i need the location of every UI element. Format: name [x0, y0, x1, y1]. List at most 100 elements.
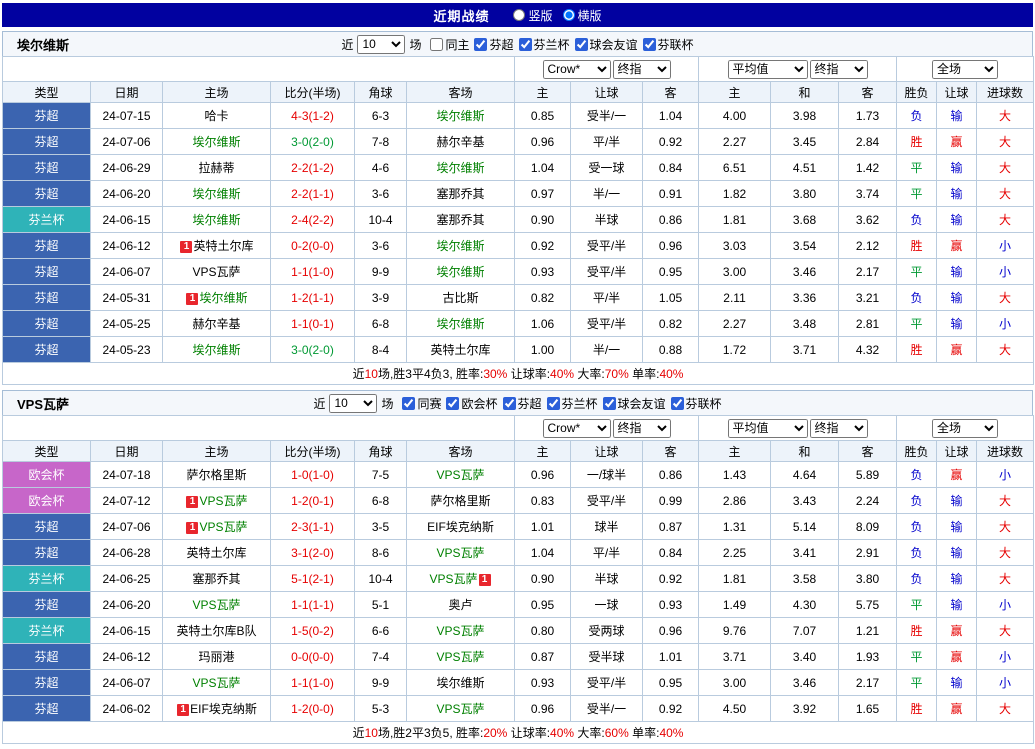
avg-away-odds-cell: 2.17: [839, 670, 897, 696]
red-card-badge: 1: [177, 704, 189, 716]
team-name: 埃尔维斯: [436, 239, 484, 253]
home-team-cell: 1VPS瓦萨: [163, 514, 271, 540]
goals-result-cell: 大: [977, 207, 1034, 233]
corners-cell: 8-4: [355, 337, 407, 363]
average-odds-header: 平均值 终指: [699, 57, 897, 82]
score-cell: 1-1(0-1): [271, 311, 355, 337]
matches-unit-label: 场: [409, 36, 421, 53]
summary-row: 近10场,胜2平3负5, 胜率:20% 让球率:40% 大率:60% 单率:40…: [3, 722, 1034, 744]
match-count-select[interactable]: 10: [357, 35, 405, 54]
home-team-cell: 英特土尔库B队: [163, 618, 271, 644]
book-home-odds-cell: 0.95: [515, 592, 571, 618]
match-row: 芬超24-06-12玛丽港0-0(0-0)7-4VPS瓦萨0.87受半球1.01…: [3, 644, 1034, 670]
handicap-result-cell: 赢: [937, 233, 977, 259]
filter-checkbox[interactable]: [519, 38, 532, 51]
filter-option[interactable]: 芬兰杯: [547, 395, 598, 412]
filter-option[interactable]: 同赛: [402, 395, 441, 412]
header-spacer: [3, 416, 515, 441]
filter-checkbox[interactable]: [474, 38, 487, 51]
vertical-layout-label: 竖版: [528, 7, 552, 24]
score-cell: 1-2(0-1): [271, 488, 355, 514]
corners-cell: 3-6: [355, 233, 407, 259]
league-cell: 芬超: [3, 670, 91, 696]
filter-option-label: 同赛: [417, 395, 441, 412]
book-away-odds-cell: 0.86: [643, 462, 699, 488]
column-header: 进球数: [977, 82, 1034, 103]
filter-option[interactable]: 芬联杯: [643, 36, 694, 53]
outcome-result-cell: 平: [897, 181, 937, 207]
home-team-cell: 拉赫蒂: [163, 155, 271, 181]
bookmaker-select[interactable]: Crow*: [543, 60, 611, 79]
filter-option[interactable]: 欧会杯: [446, 395, 497, 412]
scope-select[interactable]: 全场: [932, 60, 998, 79]
average-stage-select[interactable]: 终指: [810, 60, 868, 79]
filter-checkbox[interactable]: [446, 397, 459, 410]
avg-home-odds-cell: 6.51: [699, 155, 771, 181]
score-cell: 0-0(0-0): [271, 644, 355, 670]
filter-option[interactable]: 芬联杯: [671, 395, 722, 412]
team-name: 埃尔维斯: [436, 109, 484, 123]
filter-option[interactable]: 球会友谊: [575, 36, 638, 53]
league-cell: 芬超: [3, 311, 91, 337]
away-team-cell: 赫尔辛基: [407, 129, 515, 155]
filter-checkbox[interactable]: [671, 397, 684, 410]
average-stage-select[interactable]: 终指: [810, 419, 868, 438]
book-away-odds-cell: 0.92: [643, 696, 699, 722]
avg-draw-odds-cell: 5.14: [771, 514, 839, 540]
avg-draw-odds-cell: 7.07: [771, 618, 839, 644]
avg-home-odds-cell: 9.76: [699, 618, 771, 644]
bookmaker-stage-select[interactable]: 终指: [613, 60, 671, 79]
corners-cell: 9-9: [355, 259, 407, 285]
bookmaker-stage-select[interactable]: 终指: [613, 419, 671, 438]
avg-draw-odds-cell: 3.71: [771, 337, 839, 363]
filter-option[interactable]: 同主: [430, 36, 469, 53]
book-home-odds-cell: 0.85: [515, 103, 571, 129]
average-select[interactable]: 平均值: [728, 60, 808, 79]
team-name: VPS瓦萨: [429, 572, 477, 586]
avg-draw-odds-cell: 3.92: [771, 696, 839, 722]
filter-checkbox[interactable]: [430, 38, 443, 51]
vertical-layout-radio[interactable]: [513, 9, 525, 21]
score-cell: 1-1(1-1): [271, 592, 355, 618]
scope-select[interactable]: 全场: [932, 419, 998, 438]
filter-option[interactable]: 芬超: [503, 395, 542, 412]
filter-checkbox[interactable]: [503, 397, 516, 410]
average-select[interactable]: 平均值: [728, 419, 808, 438]
filter-option[interactable]: 球会友谊: [603, 395, 666, 412]
filter-checkbox[interactable]: [643, 38, 656, 51]
filter-checkbox[interactable]: [603, 397, 616, 410]
filter-option[interactable]: 芬超: [474, 36, 513, 53]
goals-result-cell: 大: [977, 618, 1034, 644]
column-header: 让球: [571, 441, 643, 462]
column-header: 和: [771, 82, 839, 103]
outcome-result-cell: 负: [897, 540, 937, 566]
horizontal-layout-option[interactable]: 横版: [563, 7, 602, 24]
bookmaker-select[interactable]: Crow*: [543, 419, 611, 438]
handicap-result-cell: 输: [937, 181, 977, 207]
handicap-result-cell: 输: [937, 670, 977, 696]
corners-cell: 5-1: [355, 592, 407, 618]
filter-option-label: 球会友谊: [618, 395, 666, 412]
date-cell: 24-05-31: [91, 285, 163, 311]
vertical-layout-option[interactable]: 竖版: [513, 7, 552, 24]
matches-unit-label: 场: [381, 395, 393, 412]
away-team-cell: 埃尔维斯: [407, 311, 515, 337]
team-name: 哈卡: [204, 109, 228, 123]
filter-option[interactable]: 芬兰杯: [519, 36, 570, 53]
book-home-odds-cell: 0.96: [515, 129, 571, 155]
filter-checkbox[interactable]: [547, 397, 560, 410]
horizontal-layout-radio[interactable]: [563, 9, 575, 21]
score-cell: 2-3(1-1): [271, 514, 355, 540]
book-handicap-cell: 受一球: [571, 155, 643, 181]
filter-checkbox[interactable]: [575, 38, 588, 51]
home-team-cell: VPS瓦萨: [163, 259, 271, 285]
avg-home-odds-cell: 4.50: [699, 696, 771, 722]
match-count-select[interactable]: 10: [329, 394, 377, 413]
filter-checkbox[interactable]: [402, 397, 415, 410]
corners-cell: 6-3: [355, 103, 407, 129]
team-name: 埃尔维斯: [192, 343, 240, 357]
book-away-odds-cell: 0.82: [643, 311, 699, 337]
league-cell: 芬超: [3, 285, 91, 311]
score-cell: 2-2(1-1): [271, 181, 355, 207]
date-cell: 24-06-20: [91, 181, 163, 207]
